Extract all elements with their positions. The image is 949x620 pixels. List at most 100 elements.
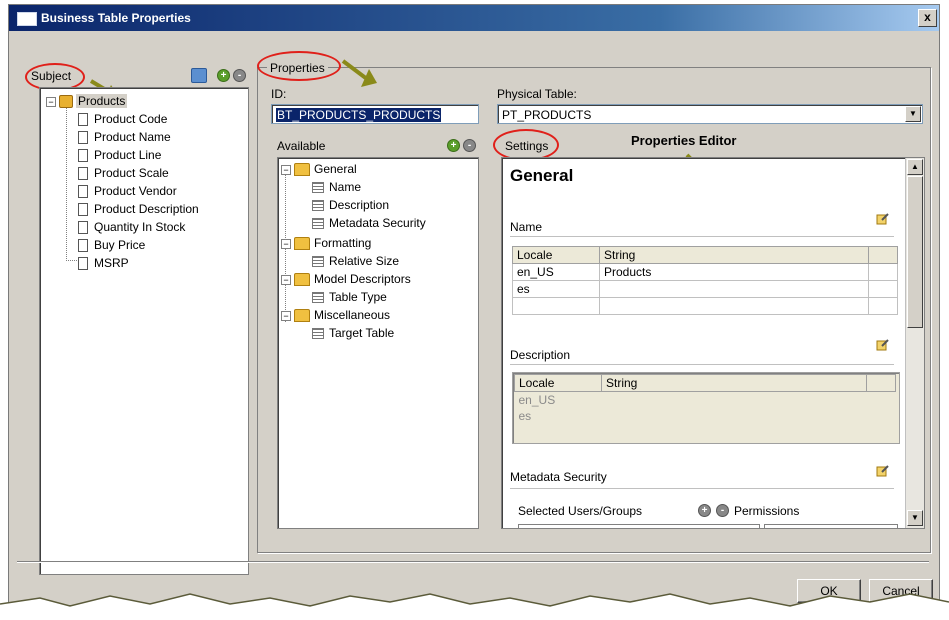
column-icon — [78, 257, 88, 271]
subject-item[interactable]: Product Vendor — [78, 182, 177, 200]
collapse-icon[interactable]: − — [281, 310, 291, 321]
tree-connector — [66, 108, 77, 261]
edit-name-icon[interactable] — [876, 212, 890, 225]
window-title: Business Table Properties — [41, 11, 191, 25]
property-icon — [312, 200, 324, 212]
property-icon — [312, 218, 324, 230]
table-row: es — [515, 408, 896, 424]
physical-table-select[interactable]: PT_PRODUCTS ▼ — [497, 104, 923, 124]
available-property[interactable]: Metadata Security — [312, 214, 426, 232]
title-bar: Business Table Properties x — [9, 5, 939, 31]
column-icon — [78, 221, 88, 235]
subject-item-label: Product Name — [94, 130, 171, 144]
property-icon — [312, 182, 324, 194]
subject-item-label: Product Vendor — [94, 184, 177, 198]
available-group-miscellaneous[interactable]: − Miscellaneous — [281, 306, 390, 324]
subject-item-label: Product Description — [94, 202, 199, 216]
property-label: Table Type — [329, 290, 387, 304]
string-cell[interactable] — [599, 280, 869, 298]
description-section-divider — [510, 364, 894, 365]
locale-cell: en_US — [518, 393, 556, 407]
group-label: Miscellaneous — [314, 308, 391, 322]
available-property[interactable]: Description — [312, 196, 389, 214]
subject-item[interactable]: MSRP — [78, 254, 129, 272]
available-group-general[interactable]: − General — [281, 160, 357, 178]
scroll-down-icon[interactable]: ▼ — [907, 510, 923, 526]
subject-item[interactable]: Product Code — [78, 110, 167, 128]
permissions-label: Permissions — [734, 504, 800, 518]
collapse-icon[interactable]: − — [281, 238, 291, 249]
id-field[interactable]: BT_PRODUCTS_PRODUCTS — [271, 104, 479, 124]
scroll-up-icon[interactable]: ▲ — [907, 159, 923, 175]
subject-remove-icon[interactable]: - — [233, 69, 246, 82]
property-icon — [312, 292, 324, 304]
subject-tree: − Products Product Code Product Name Prod… — [39, 87, 249, 575]
users-list[interactable] — [518, 524, 760, 528]
edit-security-icon[interactable] — [876, 464, 890, 477]
folder-icon — [294, 163, 310, 177]
properties-arrow-icon — [341, 59, 377, 87]
available-label: Available — [277, 139, 326, 153]
column-icon — [78, 203, 88, 217]
settings-scrollbar[interactable]: ▲ ▼ — [905, 158, 924, 528]
name-section-label: Name — [510, 220, 543, 234]
subject-item[interactable]: Product Description — [78, 200, 199, 218]
collapse-icon[interactable]: − — [281, 274, 291, 285]
subject-item[interactable]: Product Name — [78, 128, 171, 146]
property-label: Description — [329, 198, 390, 212]
subject-item[interactable]: Quantity In Stock — [78, 218, 185, 236]
available-add-icon[interactable]: + — [447, 139, 460, 152]
table-cell — [599, 297, 869, 315]
scroll-thumb[interactable] — [907, 176, 923, 328]
chevron-down-icon[interactable]: ▼ — [905, 106, 921, 122]
locale-cell: es — [512, 280, 600, 298]
table-header-row: Locale String — [512, 246, 898, 264]
collapse-icon[interactable]: − — [46, 96, 56, 107]
available-group-formatting[interactable]: − Formatting — [281, 234, 371, 252]
collapse-icon[interactable]: − — [281, 164, 291, 175]
users-remove-icon[interactable]: - — [716, 504, 729, 517]
subject-item[interactable]: Product Scale — [78, 164, 169, 182]
properties-highlight-ring — [257, 51, 341, 81]
column-icon — [78, 167, 88, 181]
business-table-icon — [59, 95, 73, 109]
available-group-model-descriptors[interactable]: − Model Descriptors — [281, 270, 411, 288]
table-row[interactable]: en_US Products — [512, 263, 898, 281]
table-cell — [868, 297, 898, 315]
string-cell[interactable]: Products — [599, 263, 869, 281]
column-header-spacer — [866, 374, 896, 392]
description-locale-table: Locale String en_US es — [514, 374, 896, 424]
physical-table-value: PT_PRODUCTS — [502, 108, 592, 122]
string-cell — [602, 408, 867, 424]
available-property[interactable]: Target Table — [312, 324, 394, 342]
users-add-icon[interactable]: + — [698, 504, 711, 517]
table-row: en_US — [515, 392, 896, 409]
available-remove-icon[interactable]: - — [463, 139, 476, 152]
column-icon — [78, 149, 88, 163]
table-row[interactable]: es — [512, 280, 898, 298]
subject-item-label: Product Code — [94, 112, 168, 126]
metadata-security-label: Metadata Security — [510, 470, 607, 484]
available-property[interactable]: Name — [312, 178, 361, 196]
column-icon — [78, 239, 88, 253]
folder-icon — [294, 273, 310, 287]
edit-description-icon[interactable] — [876, 338, 890, 351]
table-cell — [867, 392, 896, 409]
subject-add-icon[interactable]: + — [217, 69, 230, 82]
permissions-list[interactable] — [764, 524, 898, 528]
available-property[interactable]: Relative Size — [312, 252, 399, 270]
window-icon — [17, 12, 37, 26]
security-section-divider — [510, 488, 894, 489]
selected-users-label: Selected Users/Groups — [518, 504, 643, 518]
settings-editor: General Name Locale String en_US Products … — [501, 157, 925, 529]
close-button[interactable]: x — [918, 9, 937, 27]
subject-item-label: Quantity In Stock — [94, 220, 186, 234]
subject-root-products[interactable]: − Products — [46, 92, 128, 110]
id-label: ID: — [271, 87, 287, 101]
subject-toolbar-icon[interactable] — [191, 68, 207, 83]
available-property[interactable]: Table Type — [312, 288, 387, 306]
subject-item[interactable]: Buy Price — [78, 236, 145, 254]
column-icon — [78, 113, 88, 127]
subject-item[interactable]: Product Line — [78, 146, 161, 164]
locale-cell: es — [518, 409, 532, 423]
